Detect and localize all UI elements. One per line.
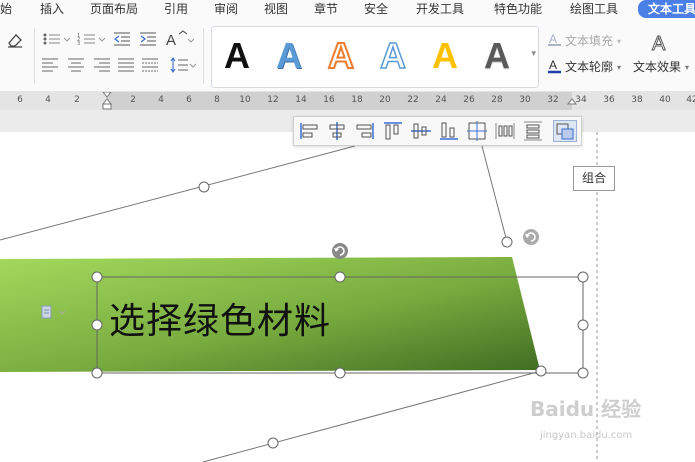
align-bottom-icon[interactable] [437, 120, 461, 142]
ribbon-toolbar: 1 2 3 A A A A A A A ▾ A 文本填充 ▾ A 文本轮廓 ▾ … [0, 18, 695, 92]
menu-page-layout[interactable]: 页面布局 [90, 1, 138, 17]
text-style-black[interactable]: A [224, 36, 250, 76]
eraser-icon[interactable] [6, 32, 24, 48]
ruler-tick: 20 [379, 95, 391, 105]
rotate-handle-icon[interactable] [332, 243, 348, 259]
ruler-tick: 10 [239, 95, 251, 105]
numbered-list-icon[interactable]: 1 2 3 [77, 32, 105, 46]
align-center-icon[interactable] [325, 120, 349, 142]
menu-view[interactable]: 视图 [264, 1, 288, 17]
svg-text:3: 3 [77, 41, 80, 46]
menu-developer[interactable]: 开发工具 [416, 1, 464, 17]
resize-handle[interactable] [198, 181, 210, 193]
ruler-tick: 8 [214, 95, 220, 105]
text-outline-dropdown-icon[interactable]: ▾ [617, 61, 621, 75]
textbox[interactable]: 选择绿色材料 [97, 278, 583, 374]
ruler-tick: 14 [295, 95, 307, 105]
ruler-tick: 32 [547, 95, 559, 105]
ruler-tick: 4 [45, 95, 51, 105]
menu-text-tools[interactable]: 文本工具 [638, 0, 695, 18]
justify-icon[interactable] [118, 58, 134, 72]
increase-indent-icon[interactable] [140, 32, 156, 46]
menu-bar: 始 插入 页面布局 引用 审阅 视图 章节 安全 开发工具 特色功能 绘图工具 … [0, 0, 695, 18]
text-style-gallery[interactable]: A A A A A A ▾ [211, 26, 539, 88]
align-left-icon[interactable] [297, 120, 321, 142]
ruler-tick: 30 [519, 95, 531, 105]
text-direction-icon[interactable]: A [166, 30, 194, 48]
resize-handle[interactable] [267, 437, 279, 449]
text-effect-label[interactable]: 文本效果 [633, 60, 681, 74]
distribute-text-icon[interactable] [142, 58, 158, 72]
line-spacing-icon[interactable] [170, 56, 196, 74]
menu-review[interactable]: 审阅 [214, 1, 238, 17]
rotated-frame-bottom-edge [202, 370, 542, 462]
menu-insert[interactable]: 插入 [40, 1, 64, 17]
distribute-horizontal-icon[interactable] [493, 120, 517, 142]
shape-text[interactable]: 选择绿色材料 [109, 292, 331, 344]
align-text-left-icon[interactable] [42, 58, 58, 72]
text-fill-label[interactable]: 文本填充 [565, 34, 613, 48]
ruler-tick: 2 [130, 95, 136, 105]
ruler-tick: 12 [267, 95, 279, 105]
center-on-page-icon[interactable] [465, 120, 489, 142]
group-icon[interactable] [553, 120, 577, 142]
text-style-gray[interactable]: A [484, 36, 510, 76]
text-effect-icon[interactable]: A [650, 32, 672, 55]
rotated-frame-right-edge [481, 145, 508, 243]
ruler-tick: 36 [603, 95, 615, 105]
text-style-orange-outline[interactable]: A [327, 35, 355, 77]
ruler-tick: 18 [351, 95, 363, 105]
text-fill-icon[interactable]: A [548, 32, 562, 46]
baidu-watermark-url: jingyan.baidu.com [540, 430, 633, 441]
text-style-blue-outline[interactable]: A [379, 35, 407, 77]
ruler-tick: 4 [158, 95, 164, 105]
menu-chapter[interactable]: 章节 [314, 1, 338, 17]
ruler-tick: 38 [631, 95, 643, 105]
align-text-center-icon[interactable] [68, 58, 84, 72]
left-indent-marker[interactable] [102, 92, 112, 110]
right-indent-marker[interactable] [567, 92, 577, 110]
menu-references[interactable]: 引用 [164, 1, 188, 17]
decrease-indent-icon[interactable] [114, 32, 130, 46]
baidu-watermark: Baidu 经验 [530, 397, 642, 421]
svg-text:A: A [166, 32, 176, 48]
svg-text:A: A [549, 58, 557, 72]
rotate-handle-icon[interactable] [523, 229, 539, 245]
align-toolbar [293, 116, 582, 146]
svg-text:A: A [549, 32, 557, 46]
resize-handle[interactable] [501, 236, 513, 248]
text-fill-dropdown-icon[interactable]: ▾ [617, 35, 621, 49]
align-text-right-icon[interactable] [94, 58, 110, 72]
ruler-tick: 16 [323, 95, 335, 105]
ruler-tick: 24 [435, 95, 447, 105]
ruler-tick: 26 [463, 95, 475, 105]
text-style-gold[interactable]: A [432, 36, 458, 76]
text-outline-icon[interactable]: A [548, 58, 562, 74]
ruler-tick: 28 [491, 95, 503, 105]
distribute-vertical-icon[interactable] [521, 120, 545, 142]
rotated-frame-top-edge [0, 145, 356, 241]
gallery-more-icon[interactable]: ▾ [531, 49, 536, 59]
menu-security[interactable]: 安全 [364, 1, 388, 17]
bullet-list-icon[interactable] [42, 32, 70, 46]
svg-text:A: A [652, 33, 666, 54]
text-outline-label[interactable]: 文本轮廓 [565, 60, 613, 74]
ruler-tick: 22 [407, 95, 419, 105]
menu-special[interactable]: 特色功能 [494, 1, 542, 17]
group-tooltip: 组合 [573, 166, 616, 191]
ruler-tick: 6 [186, 95, 192, 105]
ruler-tick: 2 [74, 95, 80, 105]
ruler-tick: 42 [686, 95, 695, 105]
ruler-tick: 6 [17, 95, 23, 105]
menu-start[interactable]: 始 [0, 1, 12, 17]
menu-drawing-tools[interactable]: 绘图工具 [570, 1, 618, 17]
align-middle-icon[interactable] [409, 120, 433, 142]
text-style-blue[interactable]: A [276, 36, 302, 76]
align-top-icon[interactable] [381, 120, 405, 142]
align-right-icon[interactable] [353, 120, 377, 142]
text-effect-dropdown-icon[interactable]: ▾ [685, 61, 689, 75]
horizontal-ruler: 6 4 2 2 4 6 8 10 12 14 16 18 20 22 24 26… [0, 92, 695, 110]
ruler-tick: 40 [659, 95, 671, 105]
